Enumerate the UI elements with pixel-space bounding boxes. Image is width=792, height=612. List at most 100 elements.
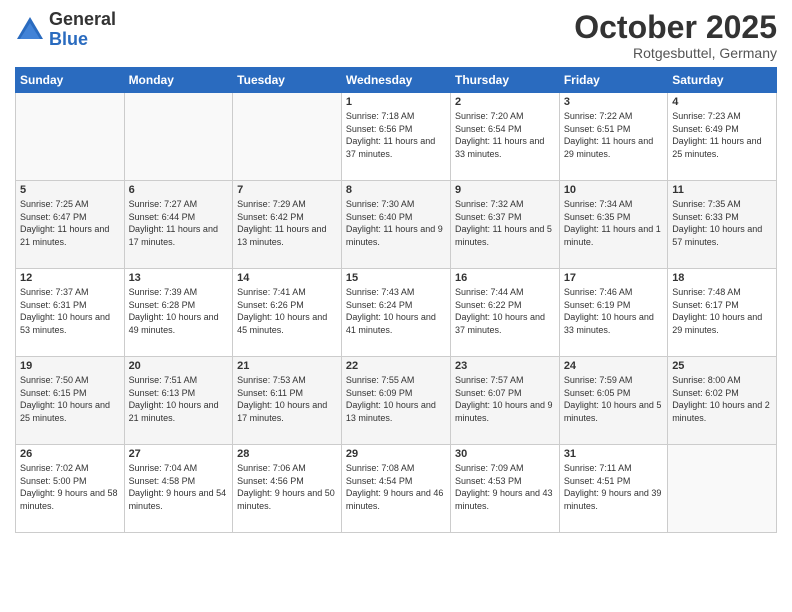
day-info: Sunrise: 7:32 AMSunset: 6:37 PMDaylight:… (455, 198, 555, 248)
calendar-cell: 11 Sunrise: 7:35 AMSunset: 6:33 PMDayligh… (668, 181, 777, 269)
calendar-cell (124, 93, 233, 181)
calendar-cell: 28Sunrise: 7:06 AMSunset: 4:56 PMDayligh… (233, 445, 342, 533)
calendar-cell: 29Sunrise: 7:08 AMSunset: 4:54 PMDayligh… (341, 445, 450, 533)
header-monday: Monday (124, 68, 233, 93)
day-number: 13 (129, 272, 229, 284)
day-number: 17 (564, 272, 663, 284)
day-number: 6 (129, 184, 229, 196)
calendar-cell (16, 93, 125, 181)
day-info: Sunrise: 7:37 AMSunset: 6:31 PMDaylight:… (20, 286, 120, 336)
calendar-cell: 12 Sunrise: 7:37 AMSunset: 6:31 PMDayligh… (16, 269, 125, 357)
day-info: Sunrise: 7:27 AMSunset: 6:44 PMDaylight:… (129, 198, 229, 248)
day-number: 3 (564, 96, 663, 108)
day-number: 24 (564, 360, 663, 372)
header-wednesday: Wednesday (341, 68, 450, 93)
week-row-5: 26Sunrise: 7:02 AMSunset: 5:00 PMDayligh… (16, 445, 777, 533)
day-info: Sunrise: 7:11 AMSunset: 4:51 PMDaylight:… (564, 462, 663, 512)
week-row-2: 5Sunrise: 7:25 AMSunset: 6:47 PMDaylight… (16, 181, 777, 269)
day-number: 2 (455, 96, 555, 108)
logo-text: General Blue (49, 10, 116, 50)
weekday-header-row: Sunday Monday Tuesday Wednesday Thursday… (16, 68, 777, 93)
day-number: 16 (455, 272, 555, 284)
day-info: Sunrise: 7:34 AMSunset: 6:35 PMDaylight:… (564, 198, 663, 248)
day-info: Sunrise: 7:41 AMSunset: 6:26 PMDaylight:… (237, 286, 337, 336)
day-number: 11 (672, 184, 772, 196)
day-info: Sunrise: 7:29 AMSunset: 6:42 PMDaylight:… (237, 198, 337, 248)
day-info: Sunrise: 7:30 AMSunset: 6:40 PMDaylight:… (346, 198, 446, 248)
title-area: October 2025 Rotgesbuttel, Germany (574, 10, 777, 61)
header-sunday: Sunday (16, 68, 125, 93)
logo-blue-text: Blue (49, 30, 116, 50)
day-info: Sunrise: 7:39 AMSunset: 6:28 PMDaylight:… (129, 286, 229, 336)
calendar-table: Sunday Monday Tuesday Wednesday Thursday… (15, 67, 777, 533)
header-saturday: Saturday (668, 68, 777, 93)
calendar-cell: 14 Sunrise: 7:41 AMSunset: 6:26 PMDayligh… (233, 269, 342, 357)
day-info: Sunrise: 7:46 AMSunset: 6:19 PMDaylight:… (564, 286, 663, 336)
day-info: Sunrise: 7:55 AMSunset: 6:09 PMDaylight:… (346, 374, 446, 424)
day-info: Sunrise: 7:02 AMSunset: 5:00 PMDaylight:… (20, 462, 120, 512)
logo-general-text: General (49, 10, 116, 30)
day-number: 30 (455, 448, 555, 460)
calendar-cell (668, 445, 777, 533)
day-info: Sunrise: 7:59 AMSunset: 6:05 PMDaylight:… (564, 374, 663, 424)
day-number: 10 (564, 184, 663, 196)
day-number: 5 (20, 184, 120, 196)
day-info: Sunrise: 7:44 AMSunset: 6:22 PMDaylight:… (455, 286, 555, 336)
header: General Blue October 2025 Rotgesbuttel, … (15, 10, 777, 61)
calendar-cell: 27Sunrise: 7:04 AMSunset: 4:58 PMDayligh… (124, 445, 233, 533)
day-number: 9 (455, 184, 555, 196)
day-number: 18 (672, 272, 772, 284)
page-container: General Blue October 2025 Rotgesbuttel, … (0, 0, 792, 538)
day-number: 12 (20, 272, 120, 284)
logo-icon (15, 15, 45, 45)
day-info: Sunrise: 7:35 AMSunset: 6:33 PMDaylight:… (672, 198, 772, 248)
day-number: 21 (237, 360, 337, 372)
calendar-cell: 21 Sunrise: 7:53 AMSunset: 6:11 PMDayligh… (233, 357, 342, 445)
calendar-cell: 5Sunrise: 7:25 AMSunset: 6:47 PMDaylight… (16, 181, 125, 269)
week-row-1: 1 Sunrise: 7:18 AMSunset: 6:56 PMDaylight… (16, 93, 777, 181)
day-info: Sunrise: 7:48 AMSunset: 6:17 PMDaylight:… (672, 286, 772, 336)
calendar-cell: 16 Sunrise: 7:44 AMSunset: 6:22 PMDayligh… (450, 269, 559, 357)
calendar-cell: 30 Sunrise: 7:09 AMSunset: 4:53 PMDayligh… (450, 445, 559, 533)
day-number: 15 (346, 272, 446, 284)
header-friday: Friday (559, 68, 667, 93)
day-number: 25 (672, 360, 772, 372)
header-thursday: Thursday (450, 68, 559, 93)
day-number: 1 (346, 96, 446, 108)
week-row-3: 12 Sunrise: 7:37 AMSunset: 6:31 PMDayligh… (16, 269, 777, 357)
day-number: 20 (129, 360, 229, 372)
calendar-cell: 4 Sunrise: 7:23 AMSunset: 6:49 PMDaylight… (668, 93, 777, 181)
day-info: Sunrise: 7:53 AMSunset: 6:11 PMDaylight:… (237, 374, 337, 424)
calendar-cell: 15 Sunrise: 7:43 AMSunset: 6:24 PMDayligh… (341, 269, 450, 357)
day-number: 23 (455, 360, 555, 372)
day-info: Sunrise: 7:43 AMSunset: 6:24 PMDaylight:… (346, 286, 446, 336)
location: Rotgesbuttel, Germany (574, 45, 777, 61)
day-info: Sunrise: 7:23 AMSunset: 6:49 PMDaylight:… (672, 110, 772, 160)
calendar-cell: 6 Sunrise: 7:27 AMSunset: 6:44 PMDaylight… (124, 181, 233, 269)
day-info: Sunrise: 7:57 AMSunset: 6:07 PMDaylight:… (455, 374, 555, 424)
day-number: 14 (237, 272, 337, 284)
day-info: Sunrise: 7:06 AMSunset: 4:56 PMDaylight:… (237, 462, 337, 512)
day-info: Sunrise: 7:50 AMSunset: 6:15 PMDaylight:… (20, 374, 120, 424)
day-number: 19 (20, 360, 120, 372)
day-number: 29 (346, 448, 446, 460)
calendar-cell: 9 Sunrise: 7:32 AMSunset: 6:37 PMDaylight… (450, 181, 559, 269)
calendar-cell: 2 Sunrise: 7:20 AMSunset: 6:54 PMDaylight… (450, 93, 559, 181)
logo: General Blue (15, 10, 116, 50)
day-number: 4 (672, 96, 772, 108)
calendar-cell: 8 Sunrise: 7:30 AMSunset: 6:40 PMDaylight… (341, 181, 450, 269)
calendar-cell: 19 Sunrise: 7:50 AMSunset: 6:15 PMDayligh… (16, 357, 125, 445)
week-row-4: 19 Sunrise: 7:50 AMSunset: 6:15 PMDayligh… (16, 357, 777, 445)
calendar-cell: 1 Sunrise: 7:18 AMSunset: 6:56 PMDaylight… (341, 93, 450, 181)
day-number: 31 (564, 448, 663, 460)
day-number: 22 (346, 360, 446, 372)
day-info: Sunrise: 7:18 AMSunset: 6:56 PMDaylight:… (346, 110, 446, 160)
day-number: 7 (237, 184, 337, 196)
day-info: Sunrise: 7:22 AMSunset: 6:51 PMDaylight:… (564, 110, 663, 160)
day-info: Sunrise: 7:51 AMSunset: 6:13 PMDaylight:… (129, 374, 229, 424)
day-info: Sunrise: 7:09 AMSunset: 4:53 PMDaylight:… (455, 462, 555, 512)
month-title: October 2025 (574, 10, 777, 45)
day-number: 8 (346, 184, 446, 196)
day-info: Sunrise: 7:20 AMSunset: 6:54 PMDaylight:… (455, 110, 555, 160)
calendar-cell: 10 Sunrise: 7:34 AMSunset: 6:35 PMDayligh… (559, 181, 667, 269)
